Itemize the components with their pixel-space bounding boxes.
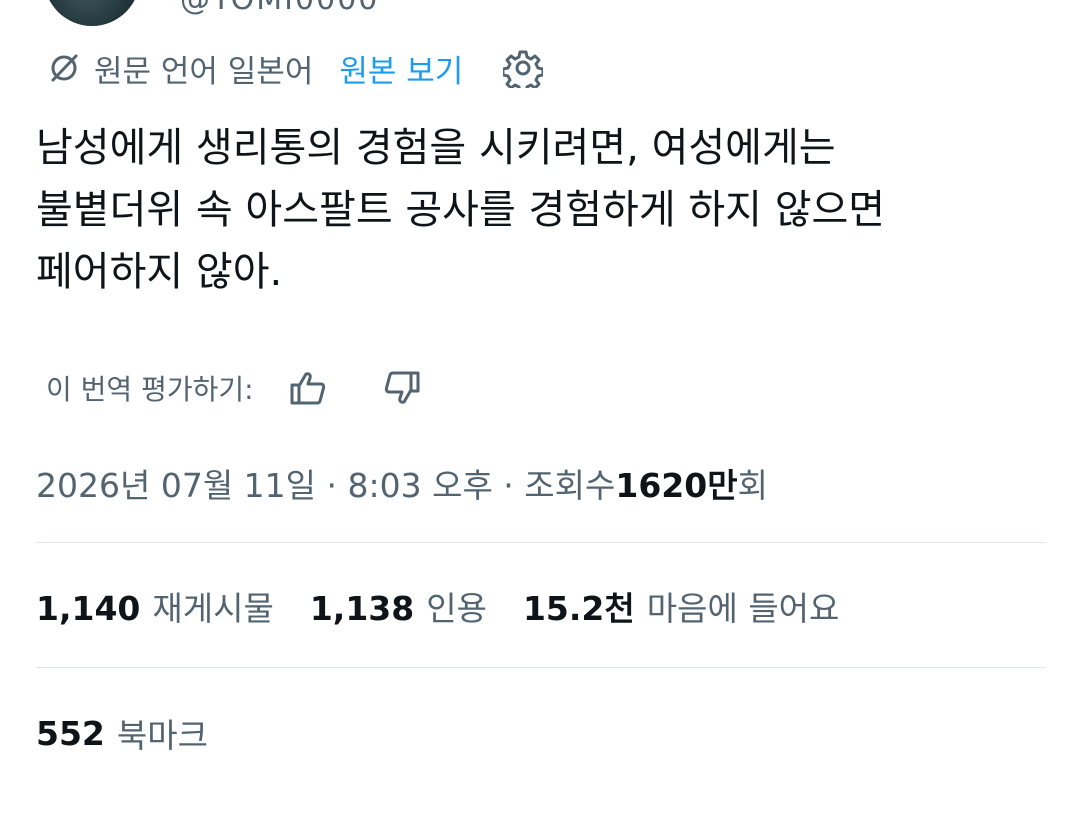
quotes-stat[interactable]: 1,138 인용	[310, 582, 487, 630]
engagement-stats: 1,140 재게시물 1,138 인용 15.2천 마음에 들어요	[36, 581, 875, 631]
tweet-meta: 2026년 07월 11일 · 8:03 오후 · 조회수 1620만 회	[36, 458, 768, 508]
view-count: 1620만	[615, 466, 738, 505]
translation-rating: 이 번역 평가하기:	[46, 364, 422, 412]
likes-label: 마음에 들어요	[646, 589, 840, 628]
reposts-label: 재게시물	[152, 589, 274, 628]
reposts-stat[interactable]: 1,140 재게시물	[36, 582, 274, 630]
bookmarks-stat[interactable]: 552 북마크	[36, 708, 208, 758]
likes-count: 15.2천	[522, 589, 635, 628]
translate-icon	[46, 50, 82, 86]
tweet-text: 남성에게 생리통의 경험을 시키려면, 여성에게는 불볕더위 속 아스팔트 공사…	[36, 117, 1046, 303]
likes-stat[interactable]: 15.2천 마음에 들어요	[523, 582, 839, 630]
view-suffix: 회	[737, 466, 768, 505]
thumbs-up-icon[interactable]	[288, 368, 328, 408]
tweet-line: 남성에게 생리통의 경험을 시키려면, 여성에게는	[36, 125, 836, 171]
date-time: 2026년 07월 11일 · 8:03 오후 · 조회수	[36, 466, 616, 505]
thumbs-down-icon[interactable]	[382, 368, 422, 408]
bookmarks-count: 552	[36, 713, 105, 753]
divider	[36, 667, 1046, 668]
quotes-count: 1,138	[309, 589, 415, 628]
reposts-count: 1,140	[36, 589, 141, 628]
rating-label: 이 번역 평가하기:	[46, 373, 254, 406]
divider	[36, 542, 1046, 543]
user-handle[interactable]: @YOMI0000	[180, 0, 379, 17]
tweet-line: 페어하지 않아.	[36, 249, 283, 295]
source-language-label: 원문 언어 일본어	[94, 53, 314, 90]
view-original-link[interactable]: 원본 보기	[339, 46, 463, 91]
tweet-line: 불볕더위 속 아스팔트 공사를 경험하게 하지 않으면	[36, 187, 886, 233]
avatar[interactable]	[44, 0, 140, 26]
quotes-label: 인용	[426, 589, 487, 628]
translation-bar: 원문 언어 일본어 원본 보기	[46, 46, 544, 91]
bookmarks-label: 북마크	[116, 716, 208, 755]
gear-icon[interactable]	[503, 48, 544, 88]
